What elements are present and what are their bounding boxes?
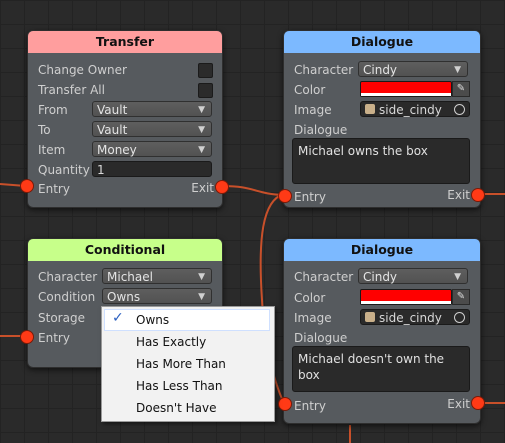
- menu-item-doesnt-have[interactable]: Doesn't Have: [136, 397, 217, 419]
- color-swatch[interactable]: [360, 81, 452, 97]
- chevron-down-icon: ▼: [198, 292, 205, 302]
- character-dropdown[interactable]: Michael ▼: [102, 268, 212, 284]
- character-label: Character: [294, 270, 354, 284]
- change-owner-checkbox[interactable]: [198, 63, 213, 78]
- menu-item-highlight: [104, 309, 270, 331]
- character-dropdown[interactable]: Cindy ▼: [358, 61, 468, 77]
- quantity-label: Quantity: [38, 163, 90, 177]
- chevron-down-icon: ▼: [198, 272, 205, 282]
- transfer-all-checkbox[interactable]: [198, 83, 213, 98]
- dialogue-text-area[interactable]: Michael owns the box: [292, 138, 470, 184]
- item-dropdown[interactable]: Money ▼: [92, 141, 212, 157]
- image-label: Image: [294, 311, 332, 325]
- dialogue2-exit-port[interactable]: [471, 396, 485, 410]
- item-value: Money: [97, 143, 137, 157]
- dialogue1-entry-label: Entry: [294, 190, 326, 204]
- dialogue-node-2[interactable]: Dialogue Character Cindy ▼ Color ✎ Image…: [283, 238, 481, 424]
- condition-dropdown-menu[interactable]: ✓ Owns Has Exactly Has More Than Has Les…: [101, 306, 275, 422]
- transfer-exit-label: Exit: [191, 181, 214, 195]
- character-label: Character: [294, 63, 354, 77]
- character-dropdown[interactable]: Cindy ▼: [358, 268, 468, 284]
- menu-item-owns[interactable]: Owns: [136, 309, 169, 331]
- dialogue2-exit-label: Exit: [447, 397, 470, 411]
- chevron-down-icon: ▼: [454, 65, 461, 75]
- alpha-bar: [361, 93, 451, 96]
- quantity-input[interactable]: 1: [92, 161, 212, 177]
- dialogue-node-1[interactable]: Dialogue Character Cindy ▼ Color ✎ Image…: [283, 30, 481, 208]
- sprite-thumbnail-icon: [365, 312, 375, 322]
- item-label: Item: [38, 143, 66, 157]
- object-picker-icon[interactable]: [454, 104, 465, 115]
- menu-item-has-more-than[interactable]: Has More Than: [136, 353, 226, 375]
- color-label: Color: [294, 291, 326, 305]
- checkmark-icon: ✓: [112, 310, 124, 326]
- conditional-entry-port[interactable]: [20, 330, 34, 344]
- to-label: To: [38, 123, 51, 137]
- sprite-thumbnail-icon: [365, 104, 375, 114]
- transfer-exit-port[interactable]: [215, 180, 229, 194]
- transfer-all-label: Transfer All: [38, 83, 105, 97]
- eyedropper-icon[interactable]: ✎: [452, 81, 470, 97]
- transfer-node[interactable]: Transfer Change Owner Transfer All From …: [27, 30, 223, 208]
- from-value: Vault: [97, 103, 128, 117]
- alpha-bar: [361, 301, 451, 304]
- change-owner-label: Change Owner: [38, 63, 127, 77]
- transfer-entry-port[interactable]: [20, 179, 34, 193]
- object-picker-icon[interactable]: [454, 312, 465, 323]
- dialogue1-exit-label: Exit: [447, 188, 470, 202]
- image-object-field[interactable]: side_cindy: [360, 309, 470, 325]
- chevron-down-icon: ▼: [454, 272, 461, 282]
- dialogue-node-2-title[interactable]: Dialogue: [284, 239, 480, 261]
- from-label: From: [38, 103, 68, 117]
- wire-transfer-to-dialogue1: [221, 185, 285, 196]
- conditional-entry-label: Entry: [38, 331, 70, 345]
- color-swatch[interactable]: [360, 289, 452, 305]
- dialogue1-exit-port[interactable]: [471, 188, 485, 202]
- transfer-entry-label: Entry: [38, 182, 70, 196]
- color-label: Color: [294, 83, 326, 97]
- image-value: side_cindy: [379, 311, 442, 325]
- menu-item-has-exactly[interactable]: Has Exactly: [136, 331, 206, 353]
- dialogue-label: Dialogue: [294, 331, 348, 345]
- to-dropdown[interactable]: Vault ▼: [92, 121, 212, 137]
- condition-value: Owns: [107, 290, 141, 304]
- dialogue2-entry-port[interactable]: [278, 397, 292, 411]
- image-object-field[interactable]: side_cindy: [360, 101, 470, 117]
- dialogue1-entry-port[interactable]: [278, 189, 292, 203]
- storage-label: Storage: [38, 311, 85, 325]
- dialogue-node-1-title[interactable]: Dialogue: [284, 31, 480, 53]
- character-value: Cindy: [363, 63, 398, 77]
- dialogue2-entry-label: Entry: [294, 399, 326, 413]
- image-value: side_cindy: [379, 103, 442, 117]
- character-value: Cindy: [363, 270, 398, 284]
- to-value: Vault: [97, 123, 128, 137]
- chevron-down-icon: ▼: [198, 145, 205, 155]
- chevron-down-icon: ▼: [198, 105, 205, 115]
- menu-item-has-less-than[interactable]: Has Less Than: [136, 375, 223, 397]
- transfer-node-title[interactable]: Transfer: [28, 31, 222, 53]
- eyedropper-icon[interactable]: ✎: [452, 289, 470, 305]
- dialogue-text-area[interactable]: Michael doesn't own the box: [292, 346, 470, 392]
- character-value: Michael: [107, 270, 153, 284]
- condition-dropdown[interactable]: Owns ▼: [102, 288, 212, 304]
- chevron-down-icon: ▼: [198, 125, 205, 135]
- conditional-node-title[interactable]: Conditional: [28, 239, 222, 261]
- condition-label: Condition: [38, 290, 96, 304]
- image-label: Image: [294, 103, 332, 117]
- from-dropdown[interactable]: Vault ▼: [92, 101, 212, 117]
- dialogue-label: Dialogue: [294, 123, 348, 137]
- character-label: Character: [38, 270, 98, 284]
